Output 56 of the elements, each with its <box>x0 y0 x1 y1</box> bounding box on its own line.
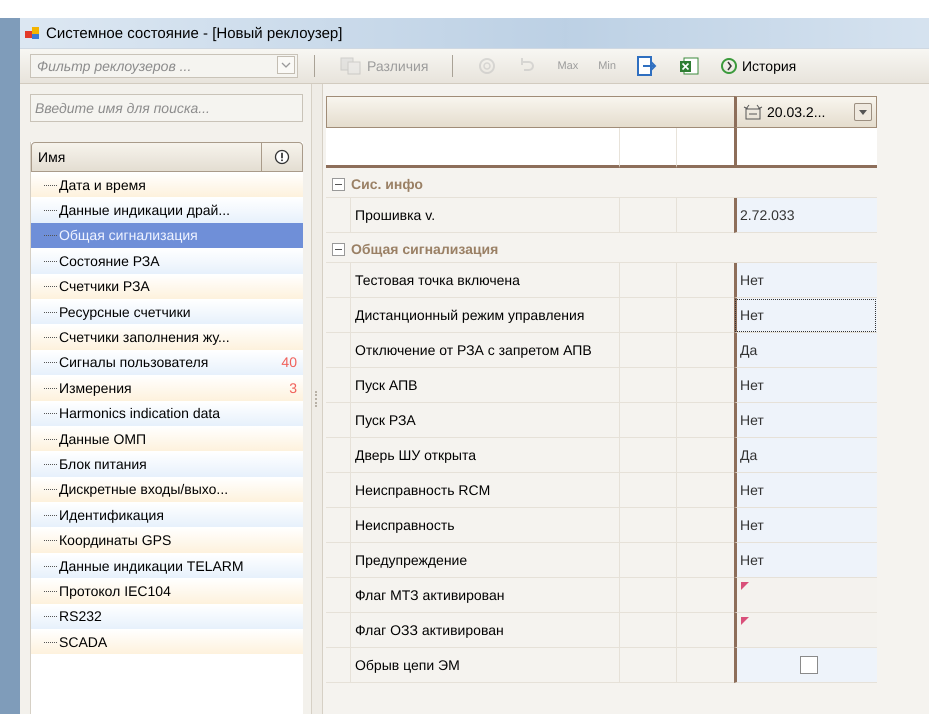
tree-item[interactable]: Измерения <box>59 380 290 396</box>
window-title: Системное состояние - [Новый реклоузер] <box>46 24 342 42</box>
clock-icon <box>720 57 738 75</box>
diff-icon <box>339 56 363 76</box>
property-label: Дверь ШУ открыта <box>350 438 619 473</box>
caret-icon <box>281 62 291 68</box>
group-title: Общая сигнализация <box>351 241 498 257</box>
property-value[interactable]: Нет <box>734 298 877 333</box>
property-value[interactable]: 2.72.033 <box>734 198 877 233</box>
property-value[interactable]: Да <box>734 333 877 368</box>
group-title: Сис. инфо <box>351 176 423 192</box>
property-value[interactable]: Да <box>734 438 877 473</box>
property-label: Дистанционный режим управления <box>350 298 619 333</box>
flag-icon <box>741 582 749 590</box>
spreadsheet-icon <box>678 55 700 77</box>
refresh-icon <box>477 56 498 76</box>
property-value[interactable] <box>734 578 877 613</box>
date-column-header[interactable]: 20.03.2... <box>734 96 877 128</box>
property-value[interactable]: Нет <box>734 508 877 543</box>
property-value[interactable] <box>734 613 877 648</box>
property-label: Обрыв цепи ЭМ <box>350 648 619 683</box>
property-label: Тестовая точка включена <box>350 263 619 298</box>
count-label: 40 <box>281 354 297 370</box>
property-label: Неисправность <box>350 508 619 543</box>
property-label: Предупреждение <box>350 543 619 578</box>
property-value[interactable]: Нет <box>734 403 877 438</box>
app-icon <box>24 25 40 41</box>
date-label: 20.03.2... <box>767 104 826 120</box>
property-label: Прошивка v. <box>350 198 619 233</box>
property-label: Отключение от РЗА с запретом АПВ <box>350 333 619 368</box>
collapse-toggle[interactable] <box>332 178 345 190</box>
filter-combobox[interactable]: Фильтр реклоузеров ... <box>30 54 298 78</box>
property-label: Пуск РЗА <box>350 403 619 438</box>
tree-item[interactable]: Сигналы пользователя <box>59 354 282 370</box>
caret-icon <box>859 110 867 114</box>
export-icon <box>636 55 658 77</box>
search-field[interactable]: Введите имя для поиска... <box>30 94 303 122</box>
flag-icon <box>741 617 749 625</box>
property-value[interactable]: Нет <box>734 368 877 403</box>
property-label: Флаг ОЗЗ активирован <box>350 613 619 648</box>
property-value[interactable] <box>734 648 877 683</box>
checkbox[interactable] <box>800 656 818 674</box>
alert-icon <box>274 149 290 165</box>
calendar-icon <box>743 103 763 121</box>
property-label: Флаг МТЗ активирован <box>350 578 619 613</box>
splitter-grip[interactable] <box>315 391 319 407</box>
property-label: Неисправность RCM <box>350 473 619 508</box>
property-value[interactable]: Нет <box>734 543 877 578</box>
property-value[interactable]: Нет <box>734 473 877 508</box>
dropdown-button[interactable] <box>854 103 872 121</box>
property-label: Пуск АПВ <box>350 368 619 403</box>
dropdown-button[interactable] <box>277 56 295 74</box>
history-button[interactable]: История <box>712 52 804 80</box>
property-value[interactable]: Нет <box>734 263 877 298</box>
count-label: 3 <box>289 380 297 396</box>
collapse-toggle[interactable] <box>332 242 345 256</box>
